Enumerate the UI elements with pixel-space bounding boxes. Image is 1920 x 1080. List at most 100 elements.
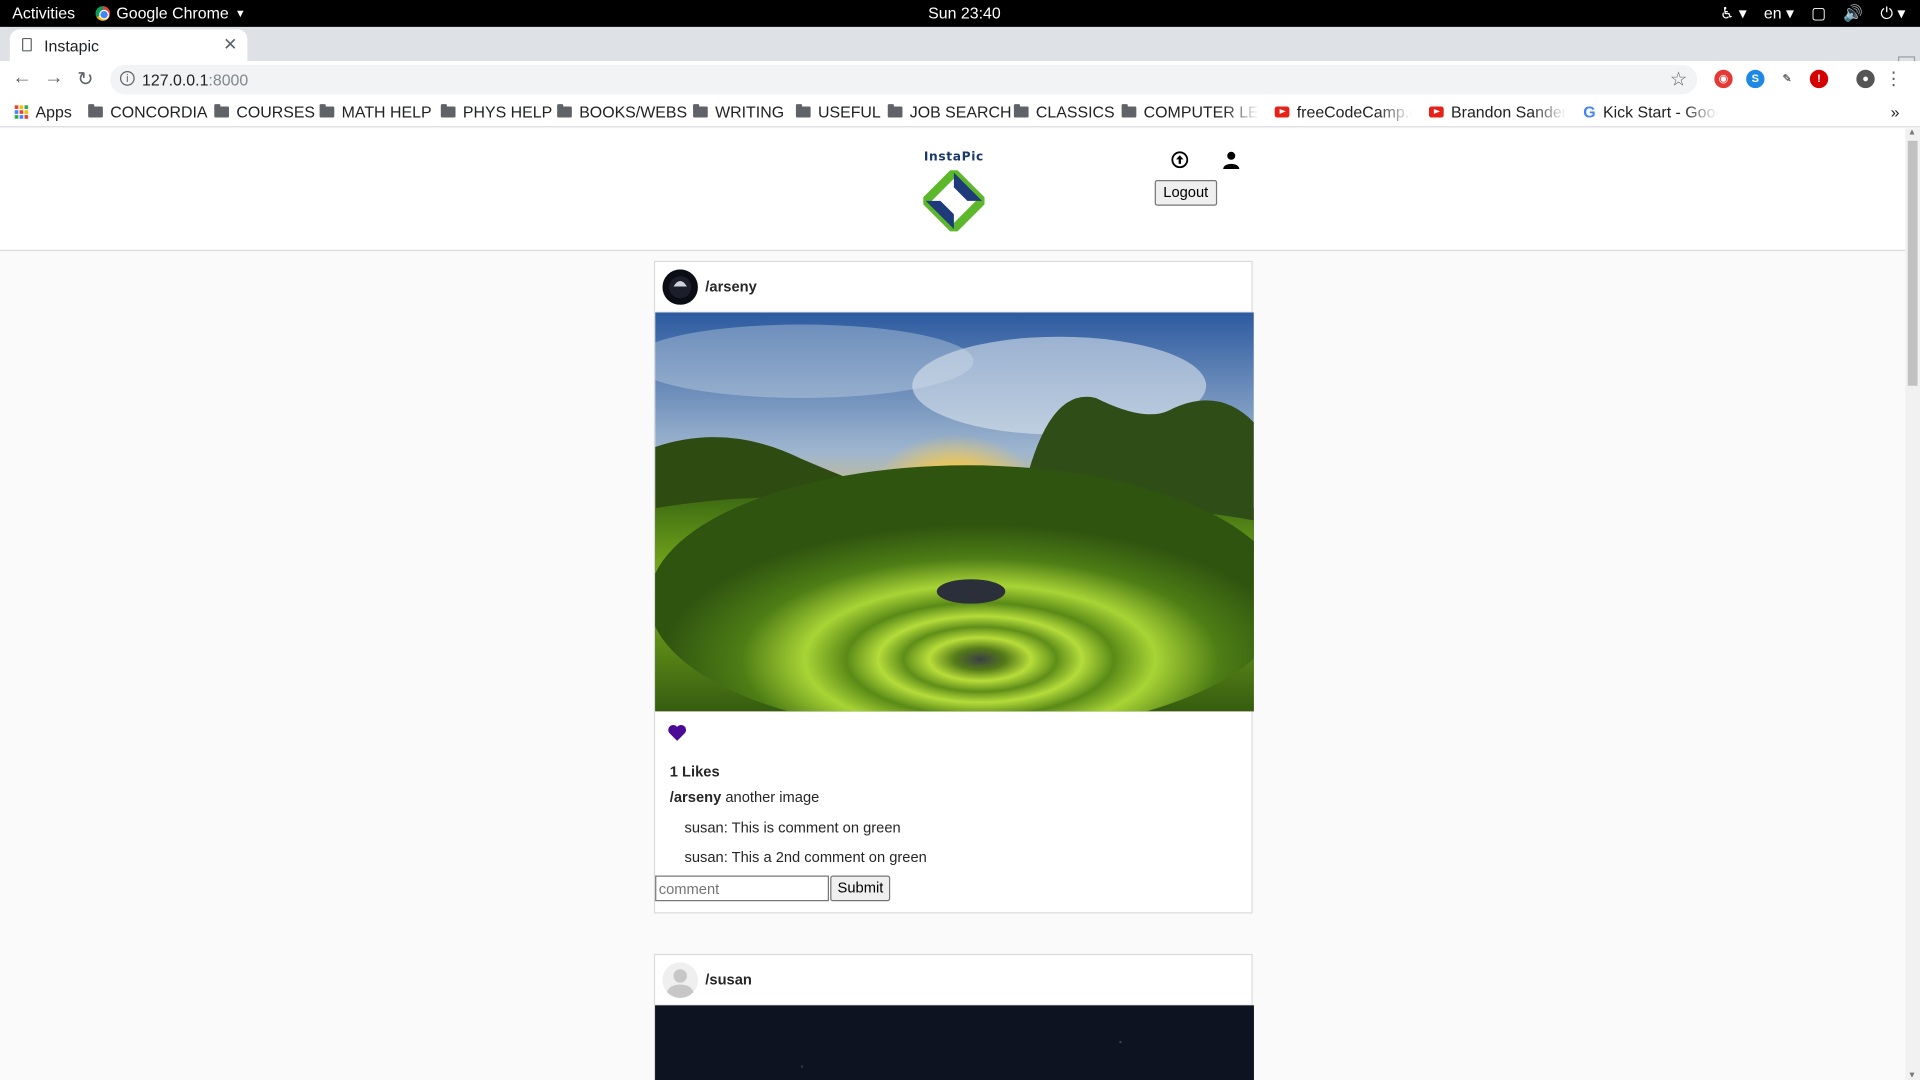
activities-button[interactable]: Activities [12,4,75,22]
bookmark-label: WRITING [715,102,785,122]
folder-icon [887,104,903,118]
bookmark-label: BOOKS/WEBS [579,102,688,122]
document-icon [22,37,32,52]
page-viewport: InstaPic Logout /arseny 1 Likes /arseny … [0,128,1906,1080]
bookmark-folder-math-help[interactable]: MATH HELP [319,102,432,122]
reload-button[interactable]: ↻ [77,67,93,91]
folder-icon [440,104,456,118]
window-icon[interactable]: ▢ [1811,4,1826,24]
caption-text: another image [725,788,820,806]
scrollbar-thumb[interactable] [1907,140,1918,386]
bookmarks-bar: Apps CONCORDIA COURSES MATH HELP PHYS HE… [0,97,1920,128]
post-image [655,312,1254,712]
forward-button[interactable]: → [44,67,64,89]
bookmark-label: JOB SEARCH [909,102,1012,122]
app-name: Google Chrome [116,3,229,23]
upload-icon[interactable] [1171,151,1189,169]
folder-icon [795,104,811,118]
bookmark-label: MATH HELP [341,102,432,122]
accessibility-icon[interactable]: ♿ ▾ [1720,4,1747,24]
more-menu-icon[interactable]: ⋮ [1885,67,1903,90]
folder-icon [1013,104,1029,118]
folder-icon [88,104,103,118]
avatar[interactable] [662,269,698,305]
bookmark-folder-writing[interactable]: WRITING [693,103,784,121]
bookmark-label: CONCORDIA [110,102,208,122]
chevron-down-icon: ▼ [234,6,246,19]
bookmark-folder-useful[interactable]: USEFUL [795,102,881,122]
comment-item: susan: This a 2nd comment on green [684,848,927,866]
bookmark-brandon-sanderson[interactable]: Brandon Sanders [1428,103,1566,121]
chrome-icon [95,5,111,21]
folder-icon [319,104,335,118]
back-button[interactable]: ← [12,67,32,89]
tab-instapic[interactable]: Instapic ✕ [9,29,248,62]
language-menu[interactable]: en ▾ [1764,4,1794,24]
submit-comment-button[interactable]: Submit [830,875,891,902]
power-icon[interactable]: ⏻ ▾ [1880,4,1905,24]
info-icon[interactable]: i [120,71,135,86]
youtube-icon [1274,106,1290,118]
bookmark-folder-computer-learning[interactable]: COMPUTER LEAR [1121,103,1259,121]
url-port: :8000 [208,71,249,90]
bookmark-folder-concordia[interactable]: CONCORDIA [88,103,207,121]
extension-red-icon[interactable]: ◉ [1714,69,1733,89]
caption-username[interactable]: /arseny [670,789,721,806]
google-icon: G [1583,102,1596,122]
language-label: en [1763,3,1782,23]
bookmark-apps[interactable]: Apps [14,102,72,122]
post-card: /arseny 1 Likes /arseny another image su… [653,260,1254,914]
post-username[interactable]: /susan [705,971,752,988]
bookmarks-overflow-button[interactable]: » [1891,103,1900,121]
tab-strip: Instapic ✕ + ✕ [0,26,1920,83]
comment-item: susan: This is comment on green [684,819,901,837]
heart-icon[interactable] [667,724,687,742]
scroll-up-arrow-icon[interactable]: ▲ [1908,129,1916,138]
bookmark-freecodecamp[interactable]: freeCodeCamp.o [1274,102,1412,122]
bookmark-label: USEFUL [817,102,881,122]
bookmark-folder-phys-help[interactable]: PHYS HELP [440,103,552,121]
bookmark-label: freeCodeCamp.o [1296,102,1412,122]
url-text[interactable]: 127.0.0.1:8000 [142,71,248,89]
clock[interactable]: Sun 23:40 [928,4,1001,22]
logout-button[interactable]: Logout [1154,180,1217,206]
url-host: 127.0.0.1 [142,71,209,90]
system-top-bar: Activities Google Chrome ▼ Sun 23:40 ♿ ▾… [0,0,1920,27]
comment-input[interactable] [655,875,829,902]
skype-icon[interactable]: S [1746,69,1765,89]
extension-feather-icon[interactable]: ✎ [1777,69,1797,89]
bookmark-label: Apps [35,102,72,122]
default-avatar-icon [662,962,698,998]
folder-icon [214,104,229,118]
avatar[interactable] [662,962,698,998]
volume-icon[interactable]: 🔊 [1843,4,1863,24]
post-username[interactable]: /arseny [705,278,756,295]
bookmark-folder-job-search[interactable]: JOB SEARCH [887,102,1012,122]
post-caption: /arseny another image [670,789,820,806]
bookmark-star-icon[interactable]: ☆ [1670,67,1688,91]
extension-stop-icon[interactable]: ! [1809,69,1829,89]
page-scrollbar[interactable]: ▲ ▼ [1905,128,1920,1080]
folder-icon [557,104,572,118]
folder-icon [693,104,708,118]
tab-title: Instapic [44,36,99,56]
bookmark-label: COURSES [236,102,316,122]
bookmark-folder-courses[interactable]: COURSES [214,103,315,121]
bookmark-folder-books-webs[interactable]: BOOKS/WEBS [557,103,687,121]
avatar-image [662,269,698,305]
instapic-logo[interactable]: InstaPic [879,141,1028,241]
folder-icon [1121,104,1137,118]
profile-icon[interactable] [1222,151,1240,169]
post-card: /susan [653,953,1254,1080]
landscape-photo [655,312,1254,712]
scroll-down-arrow-icon[interactable]: ▼ [1908,1071,1916,1080]
night-photo [655,1005,1254,1080]
bookmark-folder-classics[interactable]: CLASSICS [1013,103,1115,121]
address-bar[interactable]: i 127.0.0.1:8000 ☆ [110,64,1698,95]
app-menu[interactable]: Google Chrome ▼ [95,3,246,23]
bookmark-kick-start[interactable]: G Kick Start - Goog [1583,103,1718,121]
profile-avatar-icon[interactable]: ● [1856,69,1875,89]
apps-grid-icon [14,105,29,119]
close-tab-icon[interactable]: ✕ [223,34,237,55]
system-tray[interactable]: ♿ ▾ en ▾ ▢ 🔊 ⏻ ▾ [1720,4,1905,24]
